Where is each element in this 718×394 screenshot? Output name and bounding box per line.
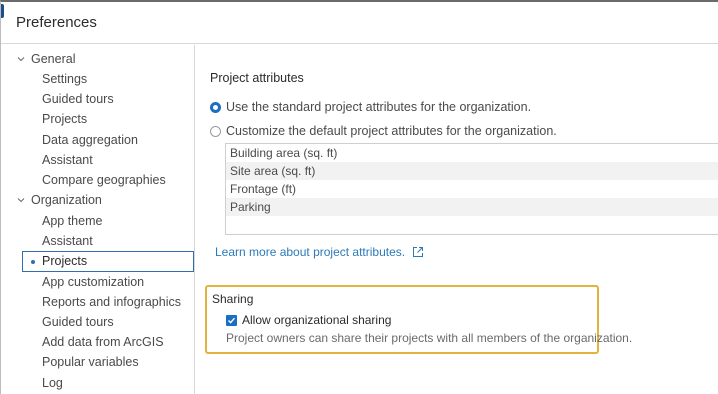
- nav-group-organization[interactable]: Organization: [15, 193, 102, 207]
- sidebar-item-org-projects[interactable]: Projects: [22, 251, 194, 272]
- preferences-sidebar: General Settings Guided tours Projects D…: [1, 45, 195, 394]
- nav-group-label: Organization: [31, 193, 102, 207]
- dialog-title: Preferences: [16, 14, 97, 31]
- radio-label: Customize the default project attributes…: [226, 124, 557, 138]
- learn-more-label: Learn more about project attributes.: [215, 245, 406, 259]
- sidebar-item-org-app-theme[interactable]: App theme: [42, 214, 102, 228]
- sidebar-item-label: Projects: [42, 254, 88, 268]
- chevron-down-icon: [17, 57, 25, 62]
- nav-group-general[interactable]: General: [15, 52, 75, 66]
- sidebar-item-general-settings[interactable]: Settings: [42, 72, 87, 86]
- sidebar-item-general-data-aggregation[interactable]: Data aggregation: [42, 133, 138, 147]
- sidebar-item-general-compare-geographies[interactable]: Compare geographies: [42, 173, 166, 187]
- sidebar-item-org-app-customization[interactable]: App customization: [42, 275, 144, 289]
- attribute-item: Parking: [226, 198, 718, 216]
- sidebar-item-org-log[interactable]: Log: [42, 376, 63, 390]
- sharing-section: Sharing Allow organizational sharing Pro…: [205, 285, 632, 354]
- attribute-item: Frontage (ft): [230, 182, 297, 196]
- attribute-item: Building area (sq. ft): [230, 146, 338, 160]
- radio-button-checked[interactable]: [210, 101, 221, 113]
- sharing-title: Sharing: [212, 292, 254, 306]
- radio-label: Use the standard project attributes for …: [226, 100, 532, 114]
- attribute-item: Site area (sq. ft): [226, 162, 718, 180]
- radio-button-unchecked[interactable]: [210, 125, 221, 137]
- sidebar-item-general-guided-tours[interactable]: Guided tours: [42, 92, 114, 106]
- check-icon: [228, 317, 236, 324]
- sidebar-item-general-projects[interactable]: Projects: [42, 112, 87, 126]
- radio-customize-attributes[interactable]: Customize the default project attributes…: [210, 124, 557, 138]
- sidebar-item-general-assistant[interactable]: Assistant: [42, 153, 93, 167]
- attribute-list: Building area (sq. ft) Site area (sq. ft…: [225, 143, 718, 235]
- preferences-dialog: Preferences General Settings Guided tour…: [0, 0, 718, 394]
- sidebar-item-org-add-data-arcgis[interactable]: Add data from ArcGIS: [42, 335, 164, 349]
- learn-more-link[interactable]: Learn more about project attributes.: [215, 245, 424, 259]
- allow-sharing-option[interactable]: Allow organizational sharing: [226, 313, 391, 327]
- preferences-content: Project attributes Use the standard proj…: [196, 45, 718, 394]
- checkbox-label: Allow organizational sharing: [242, 313, 392, 327]
- selected-indicator-dot: [31, 260, 35, 264]
- external-link-icon: [413, 247, 424, 257]
- radio-standard-attributes[interactable]: Use the standard project attributes for …: [210, 100, 531, 114]
- sidebar-item-org-assistant[interactable]: Assistant: [42, 234, 93, 248]
- allow-sharing-checkbox[interactable]: [226, 314, 237, 326]
- sharing-description: Project owners can share their projects …: [226, 331, 633, 345]
- dialog-header: Preferences: [1, 2, 718, 44]
- nav-group-label: General: [31, 52, 76, 66]
- sidebar-item-org-popular-variables[interactable]: Popular variables: [42, 355, 139, 369]
- chevron-down-icon: [17, 198, 25, 203]
- sidebar-item-org-guided-tours[interactable]: Guided tours: [42, 315, 114, 329]
- sidebar-item-org-reports-infographics[interactable]: Reports and infographics: [42, 295, 181, 309]
- project-attributes-title: Project attributes: [210, 71, 304, 85]
